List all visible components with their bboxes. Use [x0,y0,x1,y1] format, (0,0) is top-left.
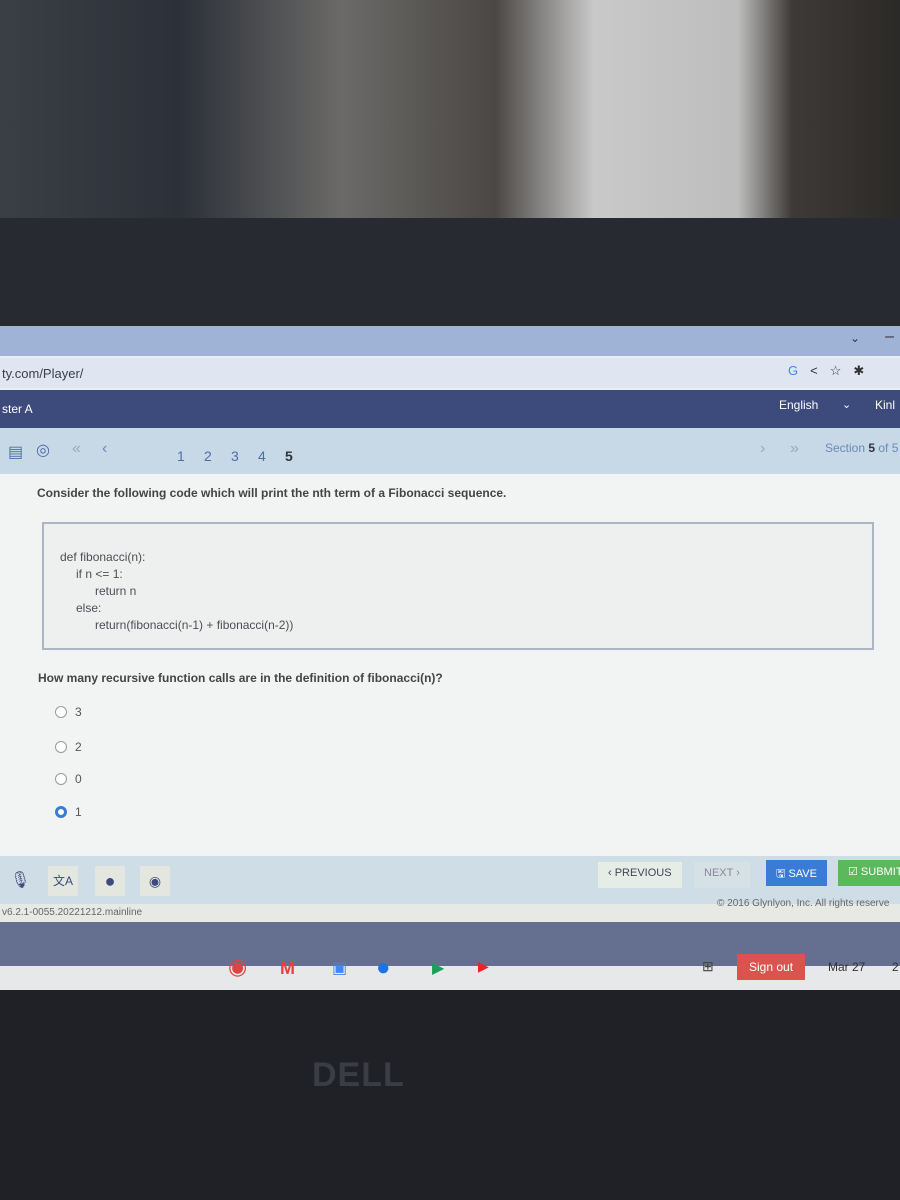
gmail-icon[interactable]: M [280,958,295,979]
last-page-icon[interactable]: » [790,440,799,458]
tab-strip: ⌄ – [0,326,900,356]
top-nav: ster A English ⌄ Kinl [0,390,900,428]
page-5[interactable]: 5 [285,448,293,464]
next-button[interactable]: NEXT › [694,862,750,888]
share-icon[interactable]: < [810,363,830,378]
save-button[interactable]: 🖫 SAVE [766,860,827,886]
option-label: 1 [75,805,82,819]
tote-icon[interactable]: ⊞ [702,958,714,975]
book-icon[interactable]: ▤ [8,442,23,462]
laptop-bezel: DELL [0,990,900,1200]
language-select[interactable]: English [779,398,818,412]
code-line: return n [95,584,137,598]
calendar-icon[interactable]: ▣ [332,958,347,978]
monitor-bezel [0,218,900,328]
os-shelf: ◉ M ▣ ● ▶ ▶ ⊞ Sign out Mar 27 2 [0,954,900,990]
option-label: 0 [75,772,82,786]
google-icon[interactable]: G [788,363,810,378]
previous-button[interactable]: ‹ PREVIOUS [598,862,682,888]
time-text: 2 [892,960,899,974]
minimize-icon[interactable]: – [885,328,894,346]
option-1[interactable]: 1 [55,805,82,819]
background-room [0,0,900,218]
next-page-icon[interactable]: › [760,440,765,458]
option-3[interactable]: 3 [55,705,82,719]
chrome-icon[interactable]: ◉ [228,954,247,980]
radio-button-selected[interactable] [55,806,67,818]
date-text: Mar 27 [828,960,866,974]
page-3[interactable]: 3 [231,448,239,464]
files-icon[interactable]: ● [376,954,391,982]
section-indicator: Section 5 of 5 [825,441,899,455]
footer: v6.2.1-0055.20221212.mainline © 2016 Gly… [0,898,900,922]
option-0[interactable]: 0 [55,772,82,786]
save-icon: 🖫 [776,868,789,880]
user-name[interactable]: Kinl [875,398,895,412]
chevron-down-icon[interactable]: ⌄ [850,331,860,345]
star-icon[interactable]: ☆ [830,363,854,378]
page-1[interactable]: 1 [177,448,185,464]
chevron-down-icon[interactable]: ⌄ [842,398,851,411]
url-text[interactable]: ty.com/Player/ [2,366,83,381]
page-4[interactable]: 4 [258,448,266,464]
copyright-text: © 2016 Glynlyon, Inc. All rights reserve [717,898,890,909]
microphone-icon[interactable]: 🎙 [10,870,30,890]
radio-button[interactable] [55,773,67,785]
submit-button[interactable]: ☑ SUBMIT [838,860,900,886]
code-block: def fibonacci(n): if n <= 1: return n el… [42,522,874,650]
option-label: 3 [75,705,82,719]
dell-logo: DELL [312,1056,405,1094]
option-2[interactable]: 2 [55,740,82,754]
course-title: ster A [2,402,33,416]
sign-out-button[interactable]: Sign out [737,954,806,980]
address-bar[interactable] [0,358,900,388]
code-line: else: [76,601,102,615]
translate-icon[interactable]: 文A [48,866,78,896]
youtube-icon[interactable]: ▶ [478,958,489,975]
question-intro: Consider the following code which will p… [37,486,507,500]
page-2[interactable]: 2 [204,448,212,464]
target-icon[interactable]: ◎ [36,440,50,460]
radio-button[interactable] [55,706,67,718]
code-line: if n <= 1: [76,567,123,581]
code-line: return(fibonacci(n-1) + fibonacci(n-2)) [95,618,294,632]
eye-icon[interactable]: ◉ [140,866,170,896]
extension-icon[interactable]: ✱ [853,363,876,378]
bottom-toolbar: 🎙 文A ● ◉ ‹ PREVIOUS NEXT › 🖫 SAVE ☑ SUBM… [0,856,900,904]
code-line: def fibonacci(n): [60,550,146,564]
globe-icon[interactable]: ● [95,866,125,896]
prev-page-icon[interactable]: ‹ [102,440,107,458]
radio-button[interactable] [55,741,67,753]
question-prompt: How many recursive function calls are in… [38,671,443,685]
submit-icon: ☑ [848,866,861,878]
question-toolbar: ▤ ◎ « ‹ › » Section 5 of 5 [0,428,900,474]
version-text: v6.2.1-0055.20221212.mainline [2,907,143,918]
play-store-icon[interactable]: ▶ [432,958,444,978]
first-page-icon[interactable]: « [72,440,81,458]
option-label: 2 [75,740,82,754]
